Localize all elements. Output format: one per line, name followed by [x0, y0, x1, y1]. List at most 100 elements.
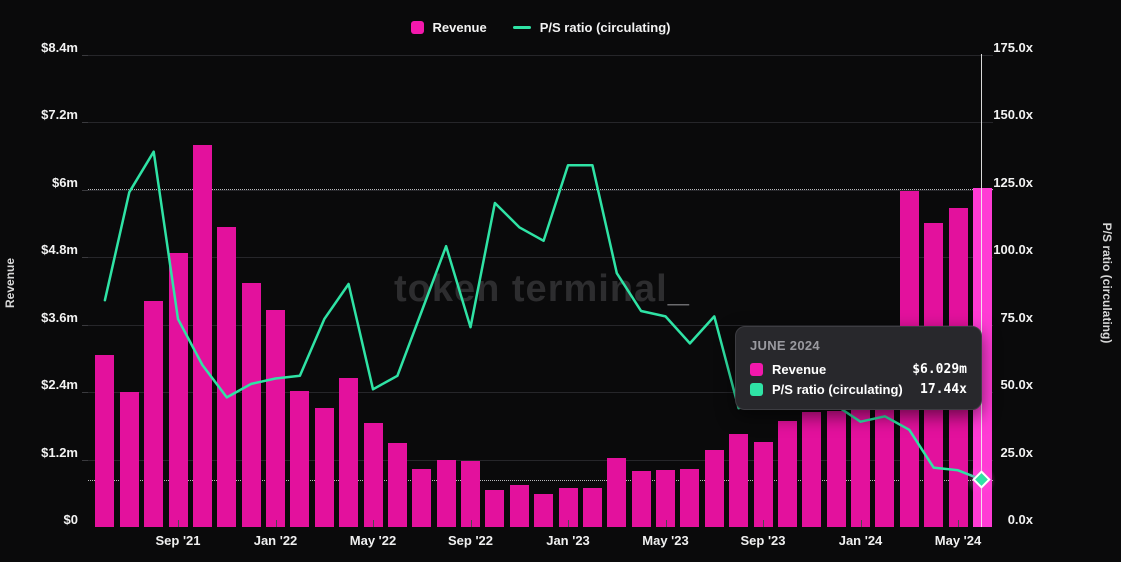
left-axis-label: $6m — [51, 174, 78, 190]
revenue-bar-jul-22[interactable] — [412, 469, 432, 527]
x-axis-label: May '22 — [349, 533, 397, 548]
right-axis-label: 0.0x — [1007, 512, 1033, 527]
x-axis-label: Jan '24 — [838, 533, 883, 548]
gridline — [88, 122, 993, 123]
revenue-bar-dec-21[interactable] — [241, 283, 261, 527]
left-axis-tick — [82, 392, 88, 393]
revenue-bar-apr-22[interactable] — [339, 377, 359, 527]
left-axis-tick — [82, 324, 88, 326]
left-axis-label: $7.2m — [41, 107, 78, 122]
revenue-bar-aug-21[interactable] — [144, 300, 164, 527]
legend-ps-ratio-label: P/S ratio (circulating) — [539, 20, 671, 35]
left-axis-label: $2.4m — [41, 377, 78, 392]
x-axis-tick — [860, 520, 862, 527]
right-axis-label: 25.0x — [1000, 444, 1033, 460]
revenue-ps-ratio-chart: Revenue P/S ratio (circulating) Revenue … — [0, 0, 1121, 562]
tooltip-ps-swatch-icon — [750, 383, 763, 396]
revenue-bar-mar-22[interactable] — [314, 407, 334, 527]
revenue-bar-aug-22[interactable] — [436, 460, 456, 527]
legend-item-revenue[interactable]: Revenue — [410, 20, 487, 35]
chart-tooltip: JUNE 2024 Revenue $6.029m P/S ratio (cir… — [735, 326, 982, 410]
revenue-bar-jan-24[interactable] — [851, 410, 871, 527]
x-axis-tick — [373, 520, 375, 527]
left-axis-label: $0 — [63, 512, 78, 527]
revenue-bar-mar-23[interactable] — [607, 457, 627, 527]
tooltip-revenue-value: $6.029m — [912, 362, 967, 377]
revenue-bar-oct-21[interactable] — [192, 145, 212, 527]
legend-revenue-label: Revenue — [432, 20, 487, 35]
right-axis-label: 175.0x — [993, 39, 1033, 55]
tooltip-revenue-label: Revenue — [772, 362, 827, 377]
revenue-bar-sep-22[interactable] — [461, 461, 481, 527]
token-terminal-watermark: token terminal_ — [394, 268, 690, 311]
chart-legend: Revenue P/S ratio (circulating) — [88, 20, 993, 35]
revenue-bar-may-23[interactable] — [656, 470, 676, 527]
x-axis-label: Sep '22 — [448, 533, 494, 548]
revenue-bar-aug-23[interactable] — [729, 434, 749, 527]
revenue-bar-jan-22[interactable] — [266, 309, 286, 527]
x-axis-tick — [763, 520, 765, 527]
revenue-bar-feb-24[interactable] — [875, 410, 895, 527]
tooltip-ps-value: 17.44x — [920, 382, 967, 397]
x-axis-label: Sep '21 — [155, 533, 201, 548]
x-axis-label: Sep '23 — [740, 533, 786, 548]
x-axis-label: May '23 — [642, 533, 689, 548]
left-axis-tick — [82, 189, 88, 191]
tooltip-row-revenue: Revenue $6.029m — [750, 362, 967, 377]
crosshair-dotted-line-revenue — [88, 189, 993, 190]
crosshair-vertical-line — [981, 54, 982, 527]
revenue-bar-may-22[interactable] — [363, 422, 383, 527]
tooltip-revenue-swatch-icon — [750, 363, 763, 376]
x-axis-tick — [958, 520, 960, 527]
revenue-bar-oct-22[interactable] — [485, 489, 505, 527]
right-axis-title: P/S ratio (circulating) — [1100, 222, 1114, 344]
right-axis-label: 150.0x — [993, 107, 1033, 122]
right-axis-label: 125.0x — [993, 174, 1033, 190]
x-axis-label: May '24 — [934, 533, 982, 548]
revenue-bar-jun-21[interactable] — [95, 355, 115, 527]
revenue-bar-jul-23[interactable] — [704, 449, 724, 527]
revenue-bar-sep-23[interactable] — [753, 441, 773, 527]
revenue-bar-nov-22[interactable] — [509, 484, 529, 527]
revenue-bar-feb-23[interactable] — [582, 487, 602, 527]
revenue-bar-sep-21[interactable] — [168, 252, 188, 527]
revenue-bar-feb-22[interactable] — [290, 390, 310, 527]
revenue-bar-dec-23[interactable] — [826, 410, 846, 527]
revenue-bar-nov-21[interactable] — [217, 226, 237, 527]
tooltip-ps-label: P/S ratio (circulating) — [772, 382, 903, 397]
left-axis-tick — [82, 122, 88, 123]
x-axis-label: Jan '23 — [546, 533, 590, 548]
revenue-bar-jun-23[interactable] — [680, 469, 700, 527]
revenue-bar-jul-21[interactable] — [119, 392, 139, 527]
revenue-bar-dec-22[interactable] — [534, 494, 554, 527]
left-axis-label: $8.4m — [41, 39, 78, 55]
gridline — [88, 54, 993, 56]
tooltip-date: JUNE 2024 — [750, 338, 820, 353]
left-axis-title: Revenue — [3, 257, 17, 309]
left-axis-label: $1.2m — [41, 444, 78, 460]
left-axis-tick — [82, 257, 88, 258]
left-axis-tick — [82, 54, 88, 56]
x-axis-tick — [178, 520, 180, 527]
left-axis-tick — [82, 459, 88, 461]
x-axis-tick — [275, 520, 277, 527]
x-axis-label: Jan '22 — [253, 533, 298, 548]
x-axis-tick — [665, 520, 667, 527]
left-axis-label: $3.6m — [41, 309, 78, 325]
watermark-text: token terminal — [394, 268, 668, 310]
ps-ratio-line-swatch-icon — [512, 26, 531, 29]
x-axis-tick — [568, 520, 570, 527]
legend-item-ps-ratio[interactable]: P/S ratio (circulating) — [512, 20, 671, 35]
revenue-bar-jun-22[interactable] — [387, 442, 407, 527]
tooltip-row-ps-ratio: P/S ratio (circulating) 17.44x — [750, 382, 967, 397]
x-axis-tick — [470, 520, 472, 527]
revenue-swatch-icon — [410, 21, 424, 34]
revenue-bar-nov-23[interactable] — [802, 411, 822, 527]
right-axis-label: 100.0x — [993, 242, 1033, 257]
left-axis-label: $4.8m — [41, 242, 78, 257]
revenue-bar-apr-23[interactable] — [631, 470, 651, 527]
right-axis-label: 75.0x — [1000, 309, 1033, 325]
right-axis-label: 50.0x — [1000, 377, 1033, 392]
watermark-underscore: _ — [667, 268, 690, 310]
revenue-bar-oct-23[interactable] — [777, 421, 797, 527]
